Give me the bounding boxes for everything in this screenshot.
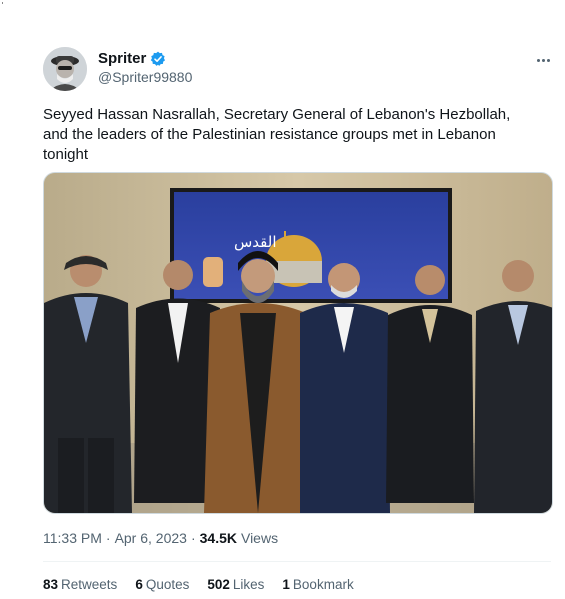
tweet-time[interactable]: 11:33 PM xyxy=(43,530,102,546)
bookmarks-label: Bookmark xyxy=(292,577,354,592)
author-display-name[interactable]: Spriter xyxy=(98,50,146,67)
meta-separator: · xyxy=(105,530,111,546)
views-count: 34.5K xyxy=(199,530,237,546)
tweet-date[interactable]: Apr 6, 2023 xyxy=(115,530,187,546)
bookmarks-count: 1 xyxy=(282,577,290,592)
corner-mark xyxy=(2,2,3,4)
divider xyxy=(43,561,551,562)
author-name-row[interactable]: Spriter xyxy=(98,50,166,67)
verified-badge-icon xyxy=(151,51,166,66)
tweet-text: Seyyed Hassan Nasrallah, Secretary Gener… xyxy=(43,106,511,163)
tweet-photo[interactable]: القدس xyxy=(43,172,553,514)
author-handle[interactable]: @Spriter99880 xyxy=(98,69,192,85)
retweets-label: Retweets xyxy=(61,577,118,592)
likes-count: 502 xyxy=(207,577,230,592)
bookmarks-stat[interactable]: 1 Bookmark xyxy=(282,577,353,592)
retweets-count: 83 xyxy=(43,577,59,592)
meta-separator: · xyxy=(190,530,196,546)
avatar[interactable] xyxy=(43,47,87,91)
quotes-count: 6 xyxy=(135,577,143,592)
likes-label: Likes xyxy=(232,577,265,592)
retweets-stat[interactable]: 83 Retweets xyxy=(43,577,117,592)
more-horizontal-icon[interactable] xyxy=(532,50,554,70)
quotes-label: Quotes xyxy=(145,577,190,592)
views-label: Views xyxy=(240,530,279,546)
avatar-image xyxy=(43,47,87,91)
tweet-meta: 11:33 PM · Apr 6, 2023 · 34.5K Views xyxy=(43,530,278,546)
group-photo-image: القدس xyxy=(44,173,552,513)
quotes-stat[interactable]: 6 Quotes xyxy=(135,577,189,592)
banner-text: القدس xyxy=(234,233,277,251)
likes-stat[interactable]: 502 Likes xyxy=(207,577,264,592)
engagement-stats: 83 Retweets 6 Quotes 502 Likes 1 Bookmark xyxy=(43,577,354,592)
